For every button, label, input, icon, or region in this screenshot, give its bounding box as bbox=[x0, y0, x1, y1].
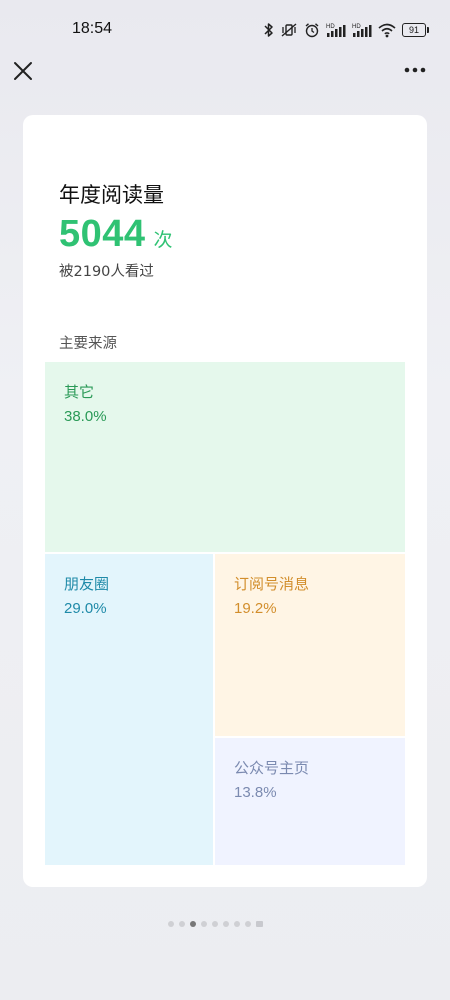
tile-moments: 朋友圈 29.0% bbox=[45, 554, 213, 865]
status-bar: 18:54 HD HD 91 bbox=[0, 0, 450, 56]
page-dot[interactable] bbox=[212, 921, 218, 927]
tile-official-home: 公众号主页 13.8% bbox=[215, 738, 405, 865]
status-time: 18:54 bbox=[72, 20, 113, 37]
alarm-icon bbox=[304, 22, 320, 38]
tile-percent: 29.0% bbox=[64, 600, 107, 617]
svg-text:HD: HD bbox=[326, 24, 335, 30]
page-indicator bbox=[168, 921, 263, 927]
more-button[interactable] bbox=[402, 60, 432, 80]
read-count: 5044 bbox=[59, 213, 146, 255]
annual-reading-card: 年度阅读量 5044 次 被2190人看过 主要来源 其它 38.0% 朋友圈 … bbox=[23, 115, 427, 887]
page-dot[interactable] bbox=[223, 921, 229, 927]
page-dot[interactable] bbox=[179, 921, 185, 927]
vibrate-off-icon bbox=[280, 22, 298, 38]
page-dot[interactable] bbox=[168, 921, 174, 927]
card-title: 年度阅读量 bbox=[59, 183, 164, 207]
signal-hd-icon: HD bbox=[326, 22, 346, 38]
tile-name: 公众号主页 bbox=[234, 759, 310, 777]
battery-icon: 91 bbox=[402, 23, 429, 37]
read-count-unit: 次 bbox=[153, 229, 173, 251]
source-treemap: 其它 38.0% 朋友圈 29.0% 订阅号消息 19.2% 公众号主页 13.… bbox=[45, 362, 405, 865]
bluetooth-icon bbox=[264, 22, 274, 38]
tile-percent: 19.2% bbox=[234, 600, 277, 617]
tile-name: 朋友圈 bbox=[64, 575, 110, 593]
more-icon bbox=[404, 67, 426, 73]
signal-hd-icon: HD bbox=[352, 22, 372, 38]
page-dot[interactable] bbox=[256, 921, 263, 927]
wifi-icon bbox=[378, 22, 396, 38]
tile-other: 其它 38.0% bbox=[45, 362, 405, 552]
tile-percent: 13.8% bbox=[234, 784, 277, 801]
page-dot[interactable] bbox=[201, 921, 207, 927]
status-icons: HD HD 91 bbox=[264, 20, 429, 40]
page-dot-active[interactable] bbox=[190, 921, 196, 927]
read-count-row: 5044 次 bbox=[59, 213, 173, 256]
svg-text:HD: HD bbox=[352, 24, 361, 30]
page-dot[interactable] bbox=[234, 921, 240, 927]
tile-percent: 38.0% bbox=[64, 408, 107, 425]
close-icon bbox=[14, 62, 32, 80]
section-label-sources: 主要来源 bbox=[59, 336, 117, 352]
tile-name: 其它 bbox=[64, 383, 95, 401]
viewer-count: 被2190人看过 bbox=[59, 264, 154, 280]
close-button[interactable] bbox=[10, 58, 36, 84]
page-dot[interactable] bbox=[245, 921, 251, 927]
tile-name: 订阅号消息 bbox=[234, 575, 310, 593]
tile-subscription: 订阅号消息 19.2% bbox=[215, 554, 405, 736]
